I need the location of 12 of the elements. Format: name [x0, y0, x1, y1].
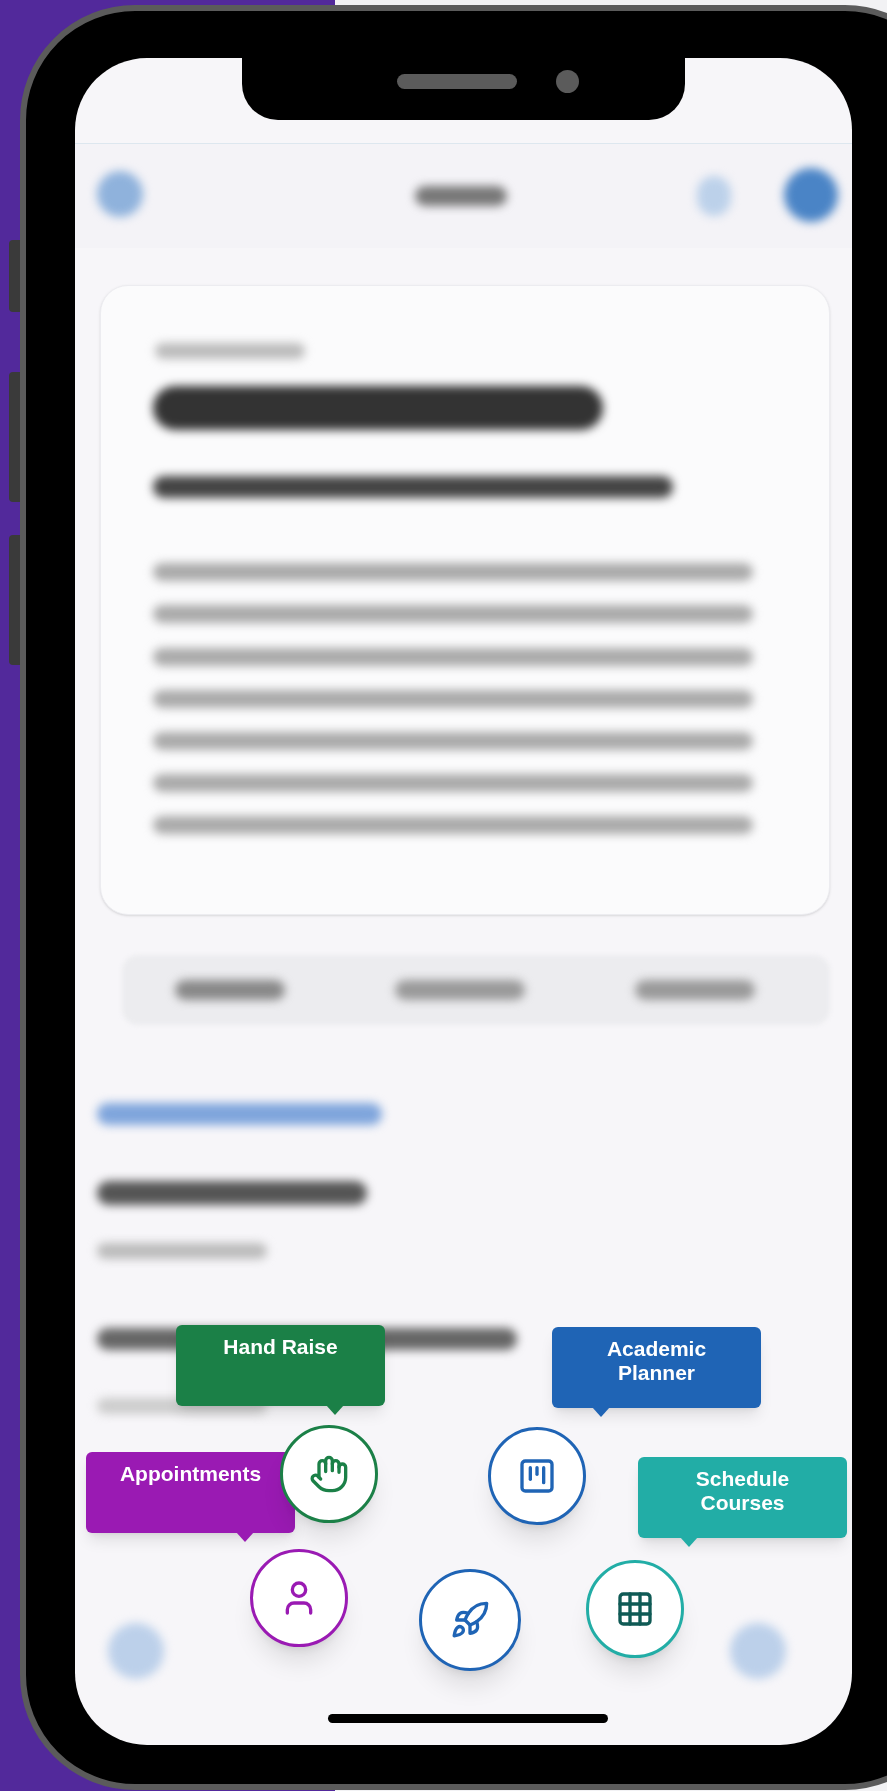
pointer-icon [236, 1532, 254, 1542]
hand-icon [309, 1454, 349, 1494]
pointer-icon [326, 1405, 344, 1415]
tooltip: Appointments [86, 1452, 295, 1542]
tooltip: Hand Raise [176, 1325, 385, 1415]
grid-icon [615, 1589, 655, 1629]
rocket-icon [450, 1600, 490, 1640]
tooltip: Schedule Courses [638, 1457, 847, 1547]
tooltip: Academic Planner [552, 1327, 761, 1417]
kanban-icon [517, 1456, 557, 1496]
pointer-icon [592, 1407, 610, 1417]
pointer-icon [680, 1537, 698, 1547]
